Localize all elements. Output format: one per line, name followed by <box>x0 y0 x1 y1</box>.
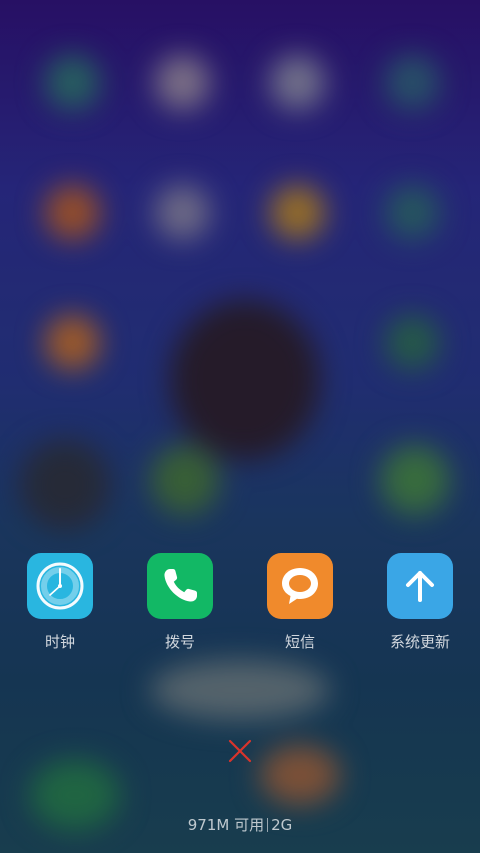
clock-app-icon[interactable] <box>27 553 93 619</box>
recent-app-clock[interactable]: 时钟 <box>0 553 120 651</box>
system-update-app-icon[interactable] <box>387 553 453 619</box>
recent-apps-screen: 时钟 拨号 短信 系统更新 971M 可用 2G <box>0 0 480 853</box>
memory-separator <box>267 818 269 832</box>
messages-app-icon[interactable] <box>267 553 333 619</box>
close-icon <box>228 739 252 763</box>
message-icon <box>282 568 318 604</box>
clock-icon <box>36 562 84 610</box>
phone-icon <box>164 569 197 602</box>
update-arrow-icon <box>406 571 434 602</box>
clear-all-button[interactable] <box>222 733 258 769</box>
recent-apps-row: 时钟 拨号 短信 系统更新 <box>0 553 480 663</box>
memory-total: 2G <box>271 816 293 834</box>
app-label-system-update: 系统更新 <box>389 633 450 651</box>
background-dim <box>0 0 480 853</box>
app-label-clock: 时钟 <box>44 633 75 651</box>
recent-app-messages[interactable]: 短信 <box>240 553 360 651</box>
dialer-app-icon[interactable] <box>147 553 213 619</box>
recent-app-system-update[interactable]: 系统更新 <box>360 553 480 651</box>
memory-status: 971M 可用 2G <box>0 815 480 835</box>
app-label-dialer: 拨号 <box>164 633 195 651</box>
recent-app-dialer[interactable]: 拨号 <box>120 553 240 651</box>
memory-available: 971M 可用 <box>187 816 265 834</box>
app-label-messages: 短信 <box>284 633 315 651</box>
